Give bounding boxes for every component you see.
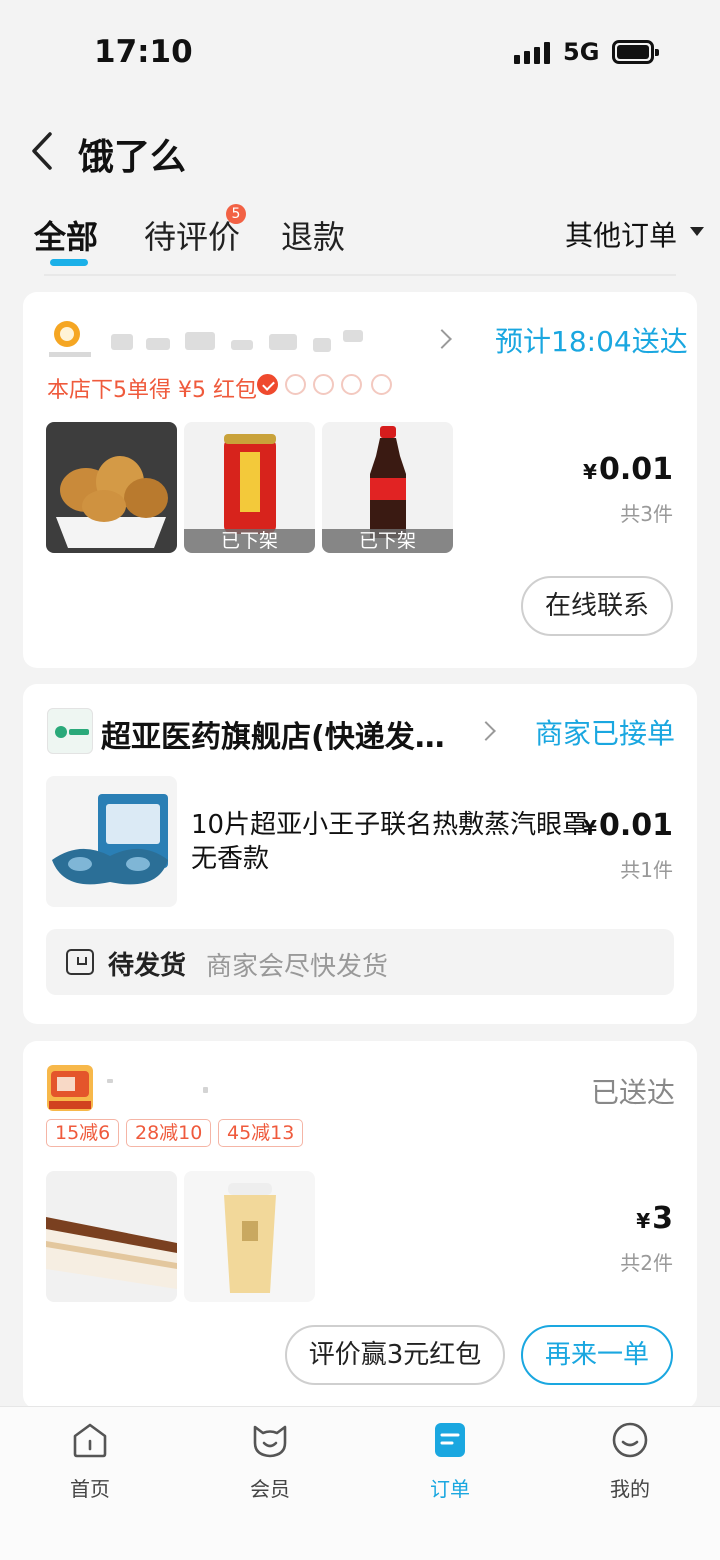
item-count: 共3件 xyxy=(620,502,673,526)
back-arrow-icon[interactable] xyxy=(26,128,66,174)
bottom-nav: 首页 会员 订单 我的 xyxy=(0,1406,720,1560)
tab-badge: 5 xyxy=(226,204,246,224)
signal-icon xyxy=(514,42,550,64)
nav-orders[interactable]: 订单 xyxy=(360,1407,540,1527)
store-name[interactable]: 超亚医药旗舰店(快递发… xyxy=(101,712,445,756)
coupon-tag: 28减10 xyxy=(126,1119,212,1147)
order-card[interactable]: 预计18:04送达 本店下5单得 ¥5 红包 已下架 已下架 ¥0.01 共3件… xyxy=(23,292,697,668)
order-price: ¥0.01 xyxy=(583,808,673,843)
item-count: 共1件 xyxy=(620,858,673,882)
coupon-tag: 15减6 xyxy=(46,1119,120,1147)
store-name-redacted xyxy=(107,1079,208,1093)
network-label: 5G xyxy=(563,38,600,66)
status-time: 17:10 xyxy=(94,34,193,70)
shipping-status-bar[interactable]: 待发货 商家会尽快发货 xyxy=(46,929,674,995)
contact-online-button[interactable]: 在线联系 xyxy=(521,576,673,636)
order-price: ¥0.01 xyxy=(583,452,673,487)
promo-text: 本店下5单得 ¥5 红包 xyxy=(47,378,257,403)
chevron-right-icon[interactable] xyxy=(476,721,496,741)
status-bar: 17:10 5G xyxy=(0,0,720,100)
progress-empty-icon xyxy=(371,374,392,395)
order-status: 预计18:04送达 xyxy=(495,325,688,358)
removed-label: 已下架 xyxy=(184,529,315,553)
product-name[interactable]: 10片超亚小王子联名热敷蒸汽眼罩无香款 xyxy=(191,808,591,876)
package-icon xyxy=(66,949,94,975)
removed-label: 已下架 xyxy=(322,529,453,553)
home-icon xyxy=(73,1423,107,1458)
tab-active-indicator xyxy=(50,259,88,266)
fried-chicken-image[interactable] xyxy=(46,422,177,553)
store-logo[interactable] xyxy=(47,1065,93,1111)
order-status: 已送达 xyxy=(591,1076,676,1109)
nav-member[interactable]: 会员 xyxy=(180,1407,360,1527)
order-card[interactable]: 超亚医药旗舰店(快递发… 商家已接单 10片超亚小王子联名热敷蒸汽眼罩无香款 ¥… xyxy=(23,684,697,1024)
order-card[interactable]: 已送达 15减6 28减10 45减13 ¥3 共2件 评价赢3元红包 再来一单 xyxy=(23,1041,697,1409)
orders-icon xyxy=(435,1423,465,1457)
shipping-description: 商家会尽快发货 xyxy=(206,952,389,982)
chevron-right-icon[interactable] xyxy=(432,329,452,349)
tab-pending-review[interactable]: 待评价 xyxy=(144,212,240,258)
page-title: 饿了么 xyxy=(78,137,187,178)
tiramisu-cake-image[interactable] xyxy=(46,1171,177,1302)
store-logo[interactable] xyxy=(47,316,93,362)
order-price: ¥3 xyxy=(636,1201,673,1236)
item-count: 共2件 xyxy=(620,1251,673,1275)
caret-down-icon[interactable] xyxy=(690,227,704,236)
reorder-button[interactable]: 再来一单 xyxy=(521,1325,673,1385)
tab-all[interactable]: 全部 xyxy=(34,212,98,258)
store-logo[interactable] xyxy=(47,708,93,754)
eye-mask-image[interactable] xyxy=(46,776,177,907)
tab-refund[interactable]: 退款 xyxy=(281,212,345,258)
progress-check-icon xyxy=(257,374,278,395)
progress-empty-icon xyxy=(341,374,362,395)
progress-empty-icon xyxy=(285,374,306,395)
cola-bottle-image[interactable]: 已下架 xyxy=(322,422,453,553)
shipping-title: 待发货 xyxy=(108,951,187,981)
review-reward-button[interactable]: 评价赢3元红包 xyxy=(285,1325,505,1385)
store-name-redacted xyxy=(111,330,363,352)
battery-icon xyxy=(612,40,659,64)
nav-profile[interactable]: 我的 xyxy=(540,1407,720,1527)
progress-empty-icon xyxy=(313,374,334,395)
member-icon xyxy=(253,1425,287,1458)
profile-icon xyxy=(612,1422,648,1458)
tabs-divider xyxy=(44,274,676,276)
milk-tea-cup-image[interactable] xyxy=(184,1171,315,1302)
herbal-tea-can-image[interactable]: 已下架 xyxy=(184,422,315,553)
other-orders-dropdown[interactable]: 其他订单 xyxy=(565,214,677,254)
order-status: 商家已接单 xyxy=(535,717,676,750)
nav-home[interactable]: 首页 xyxy=(0,1407,180,1527)
coupon-tag: 45减13 xyxy=(218,1119,304,1147)
